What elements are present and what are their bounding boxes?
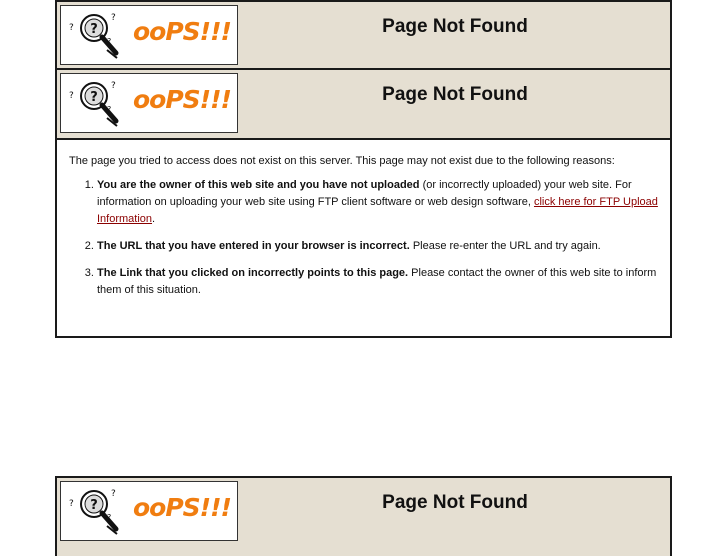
svg-text:?: ? <box>111 81 116 91</box>
panel-header: ? ? ? ? ooPS!!! Page Not Found <box>57 2 670 71</box>
reason-after: . <box>152 213 156 225</box>
svg-text:?: ? <box>69 91 74 101</box>
logo-text: ooPS!!! <box>133 493 232 522</box>
svg-text:?: ? <box>69 499 74 509</box>
panel-header: ? ? ? ? ooPS!!! Page Not Found <box>57 478 670 556</box>
svg-text:?: ? <box>107 105 111 114</box>
error-panel-2: ? ? ? ? ooPS!!! Page Not Found The page … <box>55 68 672 338</box>
page-title: Page Not Found <box>382 16 528 37</box>
error-panel-3: ? ? ? ? ooPS!!! Page Not Found <box>55 476 672 556</box>
reason-bold: You are the owner of this web site and y… <box>97 179 420 191</box>
page-title: Page Not Found <box>382 492 528 513</box>
svg-text:?: ? <box>111 489 116 499</box>
reasons-list: You are the owner of this web site and y… <box>69 177 658 299</box>
panel-header: ? ? ? ? ooPS!!! Page Not Found <box>57 70 670 140</box>
reason-item: The URL that you have entered in your br… <box>97 238 658 255</box>
oops-logo: ? ? ? ? ooPS!!! <box>60 481 238 541</box>
logo-text: ooPS!!! <box>133 17 232 46</box>
svg-text:?: ? <box>90 498 98 513</box>
oops-logo: ? ? ? ? ooPS!!! <box>60 73 238 133</box>
svg-text:?: ? <box>69 23 74 33</box>
reason-bold: The Link that you clicked on incorrectly… <box>97 267 409 279</box>
reason-item: The Link that you clicked on incorrectly… <box>97 265 658 299</box>
logo-text: ooPS!!! <box>133 85 232 114</box>
reason-item: You are the owner of this web site and y… <box>97 177 658 228</box>
page-title: Page Not Found <box>382 84 528 105</box>
reason-text: Please re-enter the URL and try again. <box>409 240 601 252</box>
svg-text:?: ? <box>90 22 98 37</box>
oops-logo: ? ? ? ? ooPS!!! <box>60 5 238 65</box>
svg-text:?: ? <box>107 513 111 522</box>
message-body: The page you tried to access does not ex… <box>57 140 670 313</box>
svg-text:?: ? <box>107 37 111 46</box>
svg-text:?: ? <box>111 13 116 23</box>
error-panel-1: ? ? ? ? ooPS!!! Page Not Found <box>55 0 672 71</box>
reason-bold: The URL that you have entered in your br… <box>97 240 410 252</box>
intro-text: The page you tried to access does not ex… <box>69 155 615 167</box>
svg-text:?: ? <box>90 90 98 105</box>
